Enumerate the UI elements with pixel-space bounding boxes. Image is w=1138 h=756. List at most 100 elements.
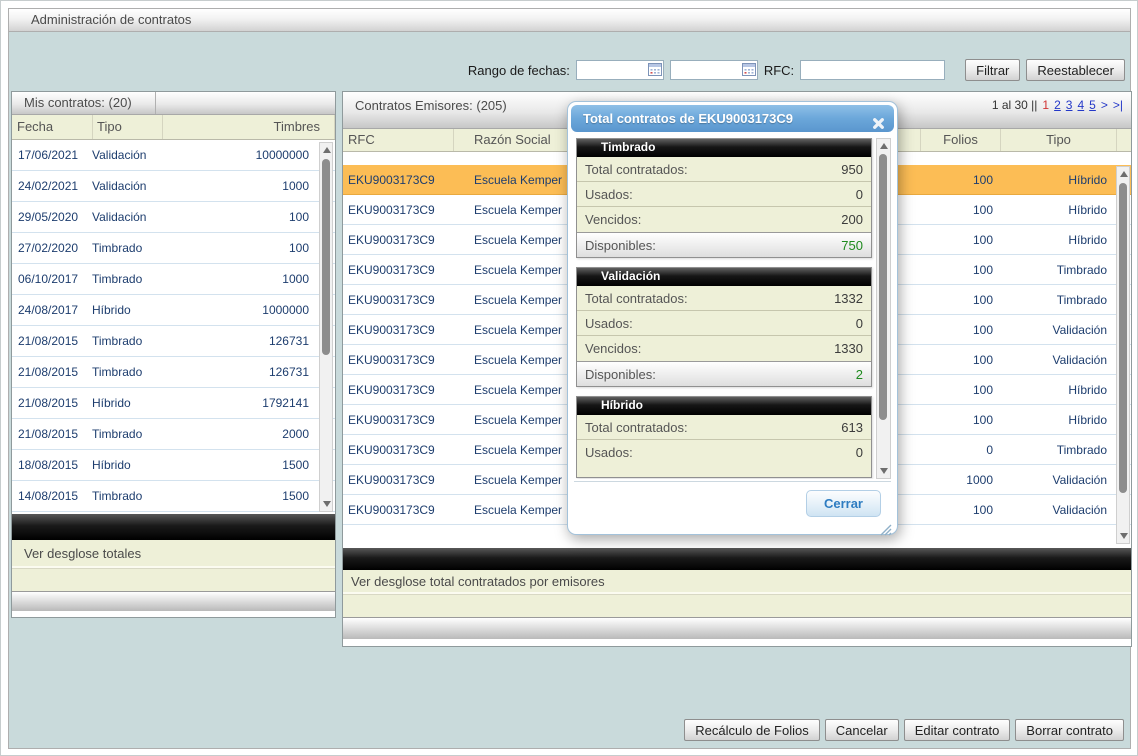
scroll-down-icon[interactable] xyxy=(880,468,888,474)
borrar-contrato-button[interactable]: Borrar contrato xyxy=(1015,719,1124,741)
editar-contrato-button[interactable]: Editar contrato xyxy=(904,719,1011,741)
cell-tipo: Híbrido xyxy=(92,396,187,410)
scrollbar-thumb[interactable] xyxy=(322,159,330,355)
application-window: Administración de contratos Rango de fec… xyxy=(0,0,1138,756)
table-row[interactable]: 18/08/2015 Híbrido 1500 xyxy=(12,450,335,481)
column-folios[interactable]: Folios xyxy=(921,129,1001,151)
window-title: Administración de contratos xyxy=(8,8,1131,32)
calendar-icon[interactable] xyxy=(742,63,756,76)
my-contracts-title-spacer xyxy=(156,92,335,114)
issuer-contracts-scrollbar[interactable] xyxy=(1116,166,1130,544)
scroll-up-icon[interactable] xyxy=(880,143,888,149)
content-area: Rango de fechas: RFC: Filtrar Reestablec… xyxy=(8,32,1131,749)
modal-data-row: Vencidos: 200 xyxy=(577,207,871,232)
cell-rfc: EKU9003173C9 xyxy=(343,293,454,307)
page-next[interactable]: > xyxy=(1101,98,1108,112)
date-range-label: Rango de fechas: xyxy=(468,63,570,78)
cell-timbres: 100 xyxy=(187,241,335,255)
disponibles-row: Disponibles: 750 xyxy=(577,232,871,257)
cell-tipo: Validación xyxy=(999,323,1115,337)
page-link[interactable]: 2 xyxy=(1054,98,1061,112)
table-row[interactable]: 29/05/2020 Validación 100 xyxy=(12,202,335,233)
table-row[interactable]: 24/02/2021 Validación 1000 xyxy=(12,171,335,202)
cell-fecha: 24/08/2017 xyxy=(12,303,92,317)
filtrar-button[interactable]: Filtrar xyxy=(965,59,1020,81)
cell-tipo: Timbrado xyxy=(92,489,187,503)
page-link[interactable]: 5 xyxy=(1089,98,1096,112)
cell-timbres: 100 xyxy=(187,210,335,224)
table-row[interactable]: 21/08/2015 Híbrido 1792141 xyxy=(12,388,335,419)
cancelar-button[interactable]: Cancelar xyxy=(825,719,899,741)
cell-rfc: EKU9003173C9 xyxy=(343,473,454,487)
cell-tipo: Timbrado xyxy=(92,427,187,441)
scroll-down-icon[interactable] xyxy=(1120,533,1128,539)
close-icon[interactable] xyxy=(872,112,885,125)
cerrar-button[interactable]: Cerrar xyxy=(806,490,881,517)
row-value: 750 xyxy=(841,238,871,253)
calendar-icon[interactable] xyxy=(648,63,662,76)
ver-desglose-emisores-link[interactable]: Ver desglose total contratados por emiso… xyxy=(343,570,1131,594)
totals-dialog-title: Total contratos de EKU9003173C9 xyxy=(583,111,793,126)
cell-folios: 100 xyxy=(919,353,999,367)
table-row[interactable]: 21/08/2015 Timbrado 126731 xyxy=(12,357,335,388)
cell-folios: 100 xyxy=(919,263,999,277)
table-row[interactable]: 17/06/2021 Validación 10000000 xyxy=(12,140,335,171)
cell-timbres: 126731 xyxy=(187,365,335,379)
my-contracts-scrollbar[interactable] xyxy=(319,142,333,512)
cell-folios: 100 xyxy=(919,233,999,247)
totals-dialog-body: Timbrado Total contratados: 950 Usados: … xyxy=(576,138,891,479)
pagination: 1 al 30 || 1 2345 > >| xyxy=(992,98,1123,112)
cell-rfc: EKU9003173C9 xyxy=(343,203,454,217)
table-row[interactable]: 21/08/2015 Timbrado 2000 xyxy=(12,419,335,450)
row-value: 1332 xyxy=(834,291,871,306)
page-current[interactable]: 1 xyxy=(1042,98,1049,112)
cell-fecha: 21/08/2015 xyxy=(12,365,92,379)
totals-dialog: Total contratos de EKU9003173C9 Timbrado… xyxy=(567,101,898,535)
rfc-input[interactable] xyxy=(800,60,945,80)
cell-tipo: Timbrado xyxy=(999,263,1115,277)
modal-data-row: Usados: 0 xyxy=(577,440,871,465)
cell-folios: 100 xyxy=(919,323,999,337)
table-row[interactable]: 27/02/2020 Timbrado 100 xyxy=(12,233,335,264)
totals-dialog-header[interactable]: Total contratos de EKU9003173C9 xyxy=(571,105,894,132)
column-rfc[interactable]: RFC xyxy=(343,129,454,151)
cell-rfc: EKU9003173C9 xyxy=(343,323,454,337)
scroll-down-icon[interactable] xyxy=(323,501,331,507)
row-label: Disponibles: xyxy=(577,238,656,253)
cell-rfc: EKU9003173C9 xyxy=(343,353,454,367)
page-link[interactable]: 4 xyxy=(1077,98,1084,112)
scroll-up-icon[interactable] xyxy=(323,147,331,153)
table-row[interactable]: 14/08/2015 Timbrado 1500 xyxy=(12,481,335,512)
table-row[interactable]: 21/08/2015 Timbrado 126731 xyxy=(12,326,335,357)
resize-handle-icon[interactable] xyxy=(880,523,892,535)
section-title: Validación xyxy=(577,268,871,286)
column-fecha[interactable]: Fecha xyxy=(12,115,93,139)
column-tipo[interactable]: Tipo xyxy=(1001,129,1117,151)
row-label: Total contratados: xyxy=(577,291,688,306)
page-last[interactable]: >| xyxy=(1113,98,1123,112)
table-row[interactable]: 06/10/2017 Timbrado 1000 xyxy=(12,264,335,295)
column-timbres[interactable]: Timbres xyxy=(163,115,335,139)
row-label: Disponibles: xyxy=(577,367,656,382)
totals-dialog-footer: Cerrar xyxy=(574,481,891,531)
scroll-up-icon[interactable] xyxy=(1120,171,1128,177)
reestablecer-button[interactable]: Reestablecer xyxy=(1026,59,1125,81)
cell-tipo: Híbrido xyxy=(999,173,1115,187)
cell-tipo: Timbrado xyxy=(999,443,1115,457)
scrollbar-thumb[interactable] xyxy=(1119,183,1127,493)
cell-tipo: Híbrido xyxy=(999,233,1115,247)
cell-rfc: EKU9003173C9 xyxy=(343,263,454,277)
cell-fecha: 06/10/2017 xyxy=(12,272,92,286)
ver-desglose-totales-link[interactable]: Ver desglose totales xyxy=(12,540,335,568)
cell-fecha: 18/08/2015 xyxy=(12,458,92,472)
modal-data-row: Usados: 0 xyxy=(577,182,871,207)
issuer-contracts-title: Contratos Emisores: (205) xyxy=(355,98,507,113)
dialog-scrollbar[interactable] xyxy=(876,138,891,479)
recalculo-folios-button[interactable]: Recálculo de Folios xyxy=(684,719,819,741)
row-label: Usados: xyxy=(577,316,633,331)
column-tipo[interactable]: Tipo xyxy=(93,115,163,139)
page-link[interactable]: 3 xyxy=(1066,98,1073,112)
cell-folios: 100 xyxy=(919,293,999,307)
table-row[interactable]: 24/08/2017 Híbrido 1000000 xyxy=(12,295,335,326)
scrollbar-thumb[interactable] xyxy=(879,154,887,420)
